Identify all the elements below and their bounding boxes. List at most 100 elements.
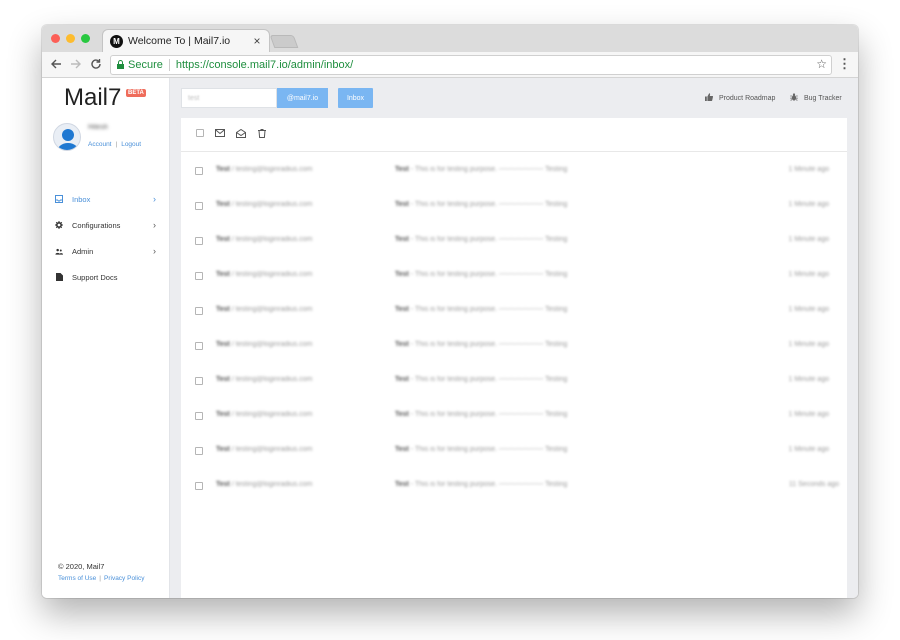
gear-icon bbox=[55, 221, 63, 229]
browser-window: M Welcome To | Mail7.io × Secure https:/… bbox=[42, 25, 858, 598]
terms-link[interactable]: Terms of Use bbox=[58, 575, 96, 582]
link-divider: | bbox=[115, 141, 118, 148]
bookmark-star-icon[interactable]: ☆ bbox=[816, 57, 827, 71]
mail-from: Test / testing@loginradius.com bbox=[216, 271, 313, 278]
mail-subject: Test - This is for testing purpose. ----… bbox=[395, 376, 568, 383]
mailbox-search-value: test bbox=[188, 94, 200, 102]
mail-row[interactable]: Test / testing@loginradius.com Test - Th… bbox=[181, 468, 847, 503]
mail-time: 1 Minute ago bbox=[788, 201, 829, 208]
row-checkbox[interactable] bbox=[195, 167, 203, 175]
mail-subject: Test - This is for testing purpose. ----… bbox=[395, 481, 568, 488]
footer-links: Terms of Use | Privacy Policy bbox=[58, 575, 144, 582]
row-checkbox[interactable] bbox=[195, 447, 203, 455]
trash-icon[interactable] bbox=[257, 128, 267, 138]
row-checkbox[interactable] bbox=[195, 377, 203, 385]
mail-from: Test / testing@loginradius.com bbox=[216, 376, 313, 383]
mail-time: 11 Seconds ago bbox=[788, 481, 839, 488]
row-checkbox[interactable] bbox=[195, 412, 203, 420]
mail-subject: Test - This is for testing purpose. ----… bbox=[395, 306, 568, 313]
sidebar-item-support-docs[interactable]: Support Docs bbox=[42, 268, 170, 286]
mail-time: 1 Minute ago bbox=[788, 411, 829, 418]
domain-label: @mail7.io bbox=[277, 88, 328, 108]
mail-toolbar bbox=[181, 118, 847, 152]
browser-menu-icon[interactable]: ⋮ bbox=[838, 56, 851, 72]
url-field[interactable]: Secure https://console.mail7.io/admin/in… bbox=[110, 55, 832, 75]
mail-row[interactable]: Test / testing@loginradius.com Test - Th… bbox=[181, 188, 847, 223]
privacy-link[interactable]: Privacy Policy bbox=[104, 575, 144, 582]
row-checkbox[interactable] bbox=[195, 202, 203, 210]
users-icon bbox=[55, 247, 63, 255]
bug-tracker-label: Bug Tracker bbox=[804, 94, 842, 102]
thumbs-up-icon bbox=[705, 93, 714, 103]
mail7-logo[interactable]: Mail7 bbox=[64, 84, 121, 112]
mail-from: Test / testing@loginradius.com bbox=[216, 306, 313, 313]
mail-row[interactable]: Test / testing@loginradius.com Test - Th… bbox=[181, 293, 847, 328]
minimize-window-button[interactable] bbox=[66, 34, 75, 43]
mail-row[interactable]: Test / testing@loginradius.com Test - Th… bbox=[181, 153, 847, 188]
new-tab-button[interactable] bbox=[269, 35, 299, 48]
row-checkbox[interactable] bbox=[195, 482, 203, 490]
mail-subject: Test - This is for testing purpose. ----… bbox=[395, 341, 568, 348]
mail-time: 1 Minute ago bbox=[788, 446, 829, 453]
sidebar-item-label: Support Docs bbox=[72, 272, 118, 282]
mail-list-panel: Test / testing@loginradius.com Test - Th… bbox=[181, 118, 847, 598]
sidebar: Mail7 BETA Hitesh Account | Logout Inbox › bbox=[42, 78, 170, 598]
mail-time: 1 Minute ago bbox=[788, 306, 829, 313]
mail-row[interactable]: Test / testing@loginradius.com Test - Th… bbox=[181, 363, 847, 398]
mail-subject: Test - This is for testing purpose. ----… bbox=[395, 201, 568, 208]
mail-from: Test / testing@loginradius.com bbox=[216, 411, 313, 418]
mail-time: 1 Minute ago bbox=[788, 376, 829, 383]
mail-time: 1 Minute ago bbox=[788, 271, 829, 278]
back-arrow-icon[interactable] bbox=[48, 56, 64, 72]
avatar bbox=[53, 123, 81, 151]
sidebar-item-label: Inbox bbox=[72, 194, 91, 204]
document-icon bbox=[55, 273, 63, 281]
user-name: Hitesh bbox=[88, 124, 108, 131]
mail-from: Test / testing@loginradius.com bbox=[216, 236, 313, 243]
mail-time: 1 Minute ago bbox=[788, 166, 829, 173]
mail-row[interactable]: Test / testing@loginradius.com Test - Th… bbox=[181, 398, 847, 433]
mail-from: Test / testing@loginradius.com bbox=[216, 481, 313, 488]
bug-tracker-link[interactable]: Bug Tracker bbox=[790, 93, 842, 103]
row-checkbox[interactable] bbox=[195, 237, 203, 245]
bug-icon bbox=[790, 93, 798, 103]
mail-subject: Test - This is for testing purpose. ----… bbox=[395, 271, 568, 278]
mail-row[interactable]: Test / testing@loginradius.com Test - Th… bbox=[181, 223, 847, 258]
copyright-text: © 2020, Mail7 bbox=[58, 562, 105, 571]
link-divider: | bbox=[99, 575, 101, 582]
mail-row[interactable]: Test / testing@loginradius.com Test - Th… bbox=[181, 433, 847, 468]
product-roadmap-link[interactable]: Product Roadmap bbox=[705, 93, 775, 103]
logout-link[interactable]: Logout bbox=[121, 141, 141, 148]
mark-unread-envelope-icon[interactable] bbox=[215, 128, 225, 138]
chevron-right-icon: › bbox=[153, 220, 156, 230]
mail-row[interactable]: Test / testing@loginradius.com Test - Th… bbox=[181, 258, 847, 293]
account-link[interactable]: Account bbox=[88, 141, 112, 148]
forward-arrow-icon[interactable] bbox=[68, 56, 84, 72]
row-checkbox[interactable] bbox=[195, 342, 203, 350]
reload-icon[interactable] bbox=[88, 56, 104, 72]
sidebar-item-admin[interactable]: Admin › bbox=[42, 242, 170, 260]
maximize-window-button[interactable] bbox=[81, 34, 90, 43]
mailbox-search-input[interactable]: test bbox=[181, 88, 277, 108]
sidebar-item-configurations[interactable]: Configurations › bbox=[42, 216, 170, 234]
secure-label: Secure bbox=[128, 59, 163, 71]
mail-row[interactable]: Test / testing@loginradius.com Test - Th… bbox=[181, 328, 847, 363]
chevron-right-icon: › bbox=[153, 194, 156, 204]
sidebar-item-inbox[interactable]: Inbox › bbox=[42, 190, 170, 208]
mail-subject: Test - This is for testing purpose. ----… bbox=[395, 236, 568, 243]
select-all-checkbox[interactable] bbox=[195, 128, 205, 138]
browser-tab[interactable]: M Welcome To | Mail7.io × bbox=[102, 29, 270, 52]
mail-subject: Test - This is for testing purpose. ----… bbox=[395, 166, 568, 173]
mark-read-envelope-open-icon[interactable] bbox=[236, 128, 246, 138]
mail-from: Test / testing@loginradius.com bbox=[216, 166, 313, 173]
tab-strip: M Welcome To | Mail7.io × bbox=[42, 25, 858, 52]
close-icon[interactable]: × bbox=[252, 34, 262, 48]
inbox-button[interactable]: Inbox bbox=[338, 88, 373, 108]
tab-title: Welcome To | Mail7.io bbox=[128, 35, 231, 47]
mail-from: Test / testing@loginradius.com bbox=[216, 446, 313, 453]
row-checkbox[interactable] bbox=[195, 307, 203, 315]
row-checkbox[interactable] bbox=[195, 272, 203, 280]
url-text: https://console.mail7.io/admin/inbox/ bbox=[175, 59, 354, 71]
close-window-button[interactable] bbox=[51, 34, 60, 43]
checkbox-box bbox=[196, 129, 204, 137]
